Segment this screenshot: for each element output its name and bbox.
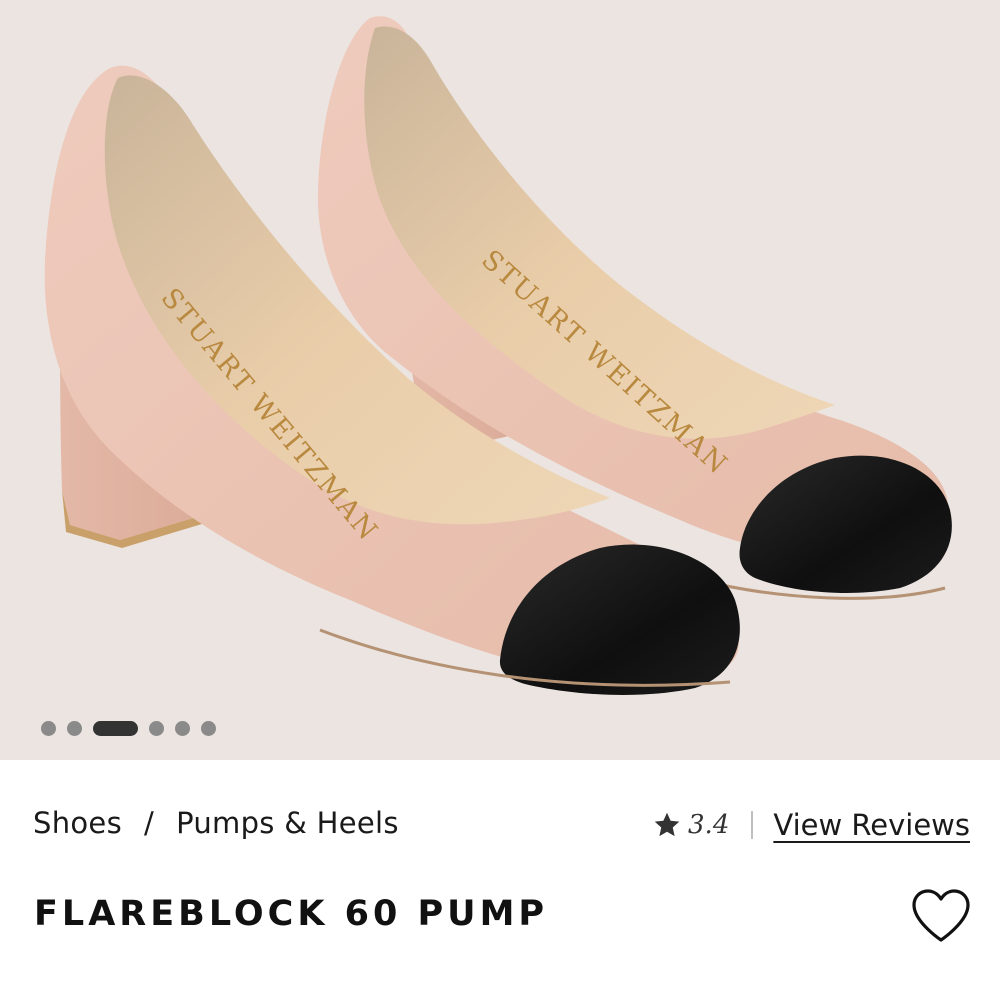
product-page: STUART WEITZMAN STUART WEITZMAN Shoes / … — [0, 0, 1000, 1000]
breadcrumb-separator: / — [143, 806, 155, 840]
product-image: STUART WEITZMAN STUART WEITZMAN — [44, 16, 952, 695]
gallery-dot[interactable] — [67, 720, 82, 736]
gallery-dot[interactable] — [201, 720, 216, 736]
product-title: FLAREBLOCK 60 PUMP — [34, 894, 549, 934]
gallery-dot[interactable] — [41, 720, 56, 736]
gallery-pagination — [41, 720, 216, 736]
breadcrumb-pumps-heels[interactable]: Pumps & Heels — [176, 806, 399, 840]
heart-icon[interactable] — [910, 888, 972, 944]
rating-value: 3.4 — [688, 810, 730, 840]
product-meta-row: Shoes / Pumps & Heels 3.4 View Reviews — [0, 800, 1000, 850]
breadcrumb: Shoes / Pumps & Heels — [33, 806, 399, 840]
gallery-dot[interactable] — [175, 720, 190, 736]
star-icon — [654, 812, 680, 837]
product-image-gallery[interactable]: STUART WEITZMAN STUART WEITZMAN — [0, 0, 1000, 760]
view-reviews-link[interactable]: View Reviews — [773, 808, 970, 842]
product-title-row: FLAREBLOCK 60 PUMP — [0, 880, 1000, 960]
gallery-dot[interactable] — [149, 720, 164, 736]
rating-summary: 3.4 View Reviews — [652, 808, 970, 842]
breadcrumb-shoes[interactable]: Shoes — [33, 806, 122, 840]
rating-divider — [751, 811, 754, 839]
gallery-dot-active[interactable] — [93, 720, 138, 736]
